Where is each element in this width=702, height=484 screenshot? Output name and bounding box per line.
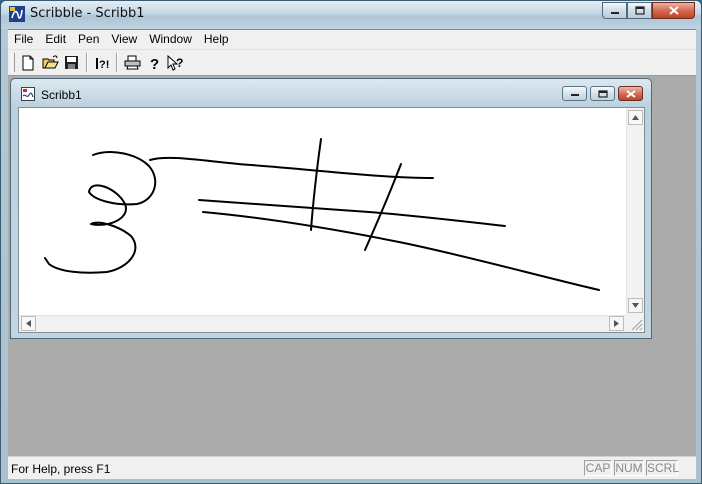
minimize-icon <box>570 94 579 96</box>
drawing-canvas[interactable] <box>19 108 626 315</box>
scribble-stroke <box>202 211 600 291</box>
title-bar[interactable]: Scribble - Scribb1 <box>1 1 701 29</box>
arrow-right-icon <box>614 320 619 327</box>
toolbar: ?! ? ? <box>8 50 696 76</box>
maximize-icon <box>634 6 645 15</box>
close-button[interactable] <box>652 2 695 19</box>
save-button[interactable] <box>61 53 81 72</box>
maximize-button[interactable] <box>627 2 652 19</box>
child-title-bar[interactable]: Scribb1 <box>11 79 651 105</box>
menu-bar: File Edit Pen View Window Help <box>8 30 696 50</box>
scribble-stroke <box>198 199 506 227</box>
document-view <box>18 107 645 333</box>
arrow-down-icon <box>632 303 639 308</box>
open-button[interactable] <box>40 53 60 72</box>
restore-icon <box>597 89 608 98</box>
new-button[interactable] <box>18 53 38 72</box>
scroll-left-button[interactable] <box>21 316 36 331</box>
arrow-left-icon <box>26 320 31 327</box>
client-area: File Edit Pen View Window Help ?! ? ? Sc… <box>8 29 696 479</box>
print-button[interactable] <box>122 53 142 72</box>
save-disk-icon <box>64 56 78 69</box>
open-folder-icon <box>42 55 59 69</box>
status-message: For Help, press F1 <box>11 462 111 476</box>
menu-file[interactable]: File <box>8 30 39 49</box>
help-button[interactable]: ? <box>144 53 164 72</box>
window-title: Scribble - Scribb1 <box>30 6 145 21</box>
about-icon: ?! <box>96 57 109 71</box>
new-document-icon <box>22 55 34 70</box>
vertical-scrollbar[interactable] <box>626 108 644 315</box>
about-button[interactable]: ?! <box>92 53 112 72</box>
window-caption-buttons <box>602 2 695 20</box>
child-window-scribb1: Scribb1 <box>10 78 652 339</box>
scroll-down-button[interactable] <box>628 298 643 313</box>
mdi-client-area[interactable]: Scribb1 <box>8 76 696 455</box>
menu-pen[interactable]: Pen <box>72 30 105 49</box>
toolbar-separator <box>116 53 118 72</box>
app-window: Scribble - Scribb1 File Edit Pen View Wi… <box>0 0 702 484</box>
size-grip[interactable] <box>626 315 644 332</box>
scroll-lock-indicator: SCRL <box>646 460 680 476</box>
caps-lock-indicator: CAP <box>584 460 612 476</box>
child-maximize-button[interactable] <box>590 86 615 101</box>
num-lock-indicator: NUM <box>614 460 644 476</box>
menu-edit[interactable]: Edit <box>39 30 72 49</box>
scribble-stroke <box>44 151 157 274</box>
scribble-stroke <box>149 156 434 179</box>
context-help-button[interactable]: ? <box>165 53 185 72</box>
svg-text:?: ? <box>176 56 183 70</box>
scroll-up-button[interactable] <box>628 110 643 125</box>
resize-grip-icon <box>631 319 643 331</box>
close-icon <box>625 89 636 98</box>
child-caption-buttons <box>562 86 643 101</box>
menu-view[interactable]: View <box>105 30 143 49</box>
svg-text:?: ? <box>150 56 159 71</box>
menu-help[interactable]: Help <box>198 30 235 49</box>
help-icon: ? <box>150 56 159 71</box>
horizontal-scrollbar[interactable] <box>19 315 626 332</box>
child-close-button[interactable] <box>618 86 643 101</box>
toolbar-separator <box>86 53 88 72</box>
scroll-right-button[interactable] <box>609 316 624 331</box>
child-minimize-button[interactable] <box>562 86 587 101</box>
toolbar-grip[interactable] <box>11 53 15 72</box>
svg-text:?!: ?! <box>99 59 109 71</box>
document-icon <box>21 87 35 101</box>
child-window-title: Scribb1 <box>41 88 82 102</box>
minimize-button[interactable] <box>602 2 627 19</box>
context-help-icon: ? <box>167 54 183 71</box>
scribble-stroke <box>310 138 322 231</box>
arrow-up-icon <box>632 115 639 120</box>
status-bar: For Help, press F1 CAP NUM SCRL <box>8 456 696 479</box>
menu-window[interactable]: Window <box>143 30 198 49</box>
close-icon <box>668 6 679 15</box>
print-icon <box>124 55 140 70</box>
scribble-app-icon <box>9 6 25 22</box>
minimize-icon <box>610 11 619 14</box>
